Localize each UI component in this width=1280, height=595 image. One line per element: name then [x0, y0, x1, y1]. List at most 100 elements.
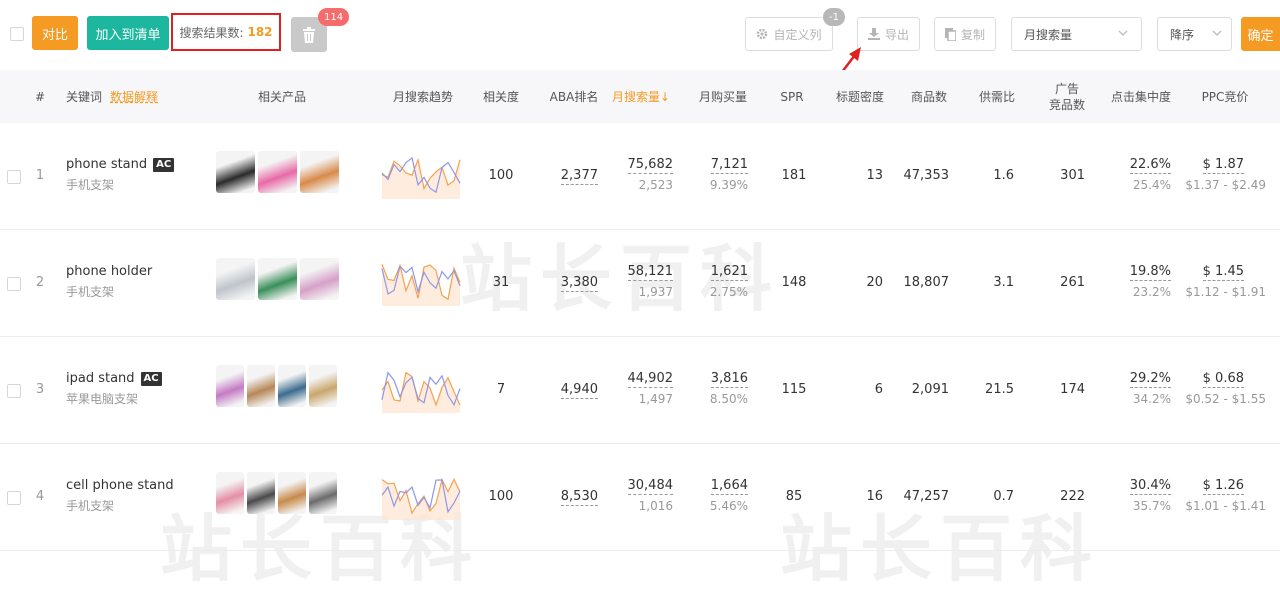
table-row[interactable]: 4 cell phone stand 手机支架 100 8,530 30,484…: [0, 444, 1280, 551]
daily-search-value: 1,937: [638, 285, 673, 299]
col-products: 相关产品: [257, 89, 306, 104]
ppc-bid-cell: $ 1.87 $1.37 - $2.49: [1178, 157, 1266, 192]
click-concentration-sub: 23.2%: [1132, 285, 1171, 299]
col-relevance[interactable]: 相关度: [476, 70, 526, 123]
product-thumbnail[interactable]: [300, 258, 339, 300]
supply-demand-value: 21.5: [985, 382, 1014, 397]
ppc-bid-range: $0.52 - $1.55: [1185, 392, 1266, 406]
search-trend-sparkline[interactable]: [380, 149, 462, 201]
row-checkbox[interactable]: [7, 277, 21, 291]
table-header: # 关键词 数据解释 相关产品 月搜索趋势 相关度 ABA排名 月搜索量↓ 月购…: [0, 70, 1280, 123]
confirm-button[interactable]: 确定: [1241, 17, 1280, 51]
product-thumbnail[interactable]: [216, 151, 255, 193]
select-all-checkbox[interactable]: [10, 27, 24, 41]
keyword-text[interactable]: cell phone stand: [66, 478, 174, 493]
table-row[interactable]: 2 phone holder 手机支架 31 3,380 58,121 1,93…: [0, 230, 1280, 337]
product-thumbnail[interactable]: [278, 472, 306, 514]
sort-order-select[interactable]: 降序: [1157, 17, 1232, 51]
purchase-rate-value: 2.75%: [709, 285, 748, 299]
product-thumbnail[interactable]: [247, 365, 275, 407]
col-ppc-bid[interactable]: PPC竞价: [1190, 70, 1260, 123]
product-thumbnail[interactable]: [309, 365, 337, 407]
related-products: [216, 365, 346, 411]
ppc-bid-cell: $ 1.26 $1.01 - $1.41: [1178, 478, 1266, 513]
sort-order-value: 降序: [1170, 27, 1195, 42]
col-monthly-purchase[interactable]: 月购买量: [692, 70, 754, 123]
ad-products-value: 261: [1060, 275, 1085, 290]
col-product-count[interactable]: 商品数: [903, 70, 955, 123]
col-spr[interactable]: SPR: [772, 70, 812, 123]
toolbar: 对比 加入到清单 搜索结果数: 182 114 自定义列 -1 导出 复制 月搜…: [0, 0, 1280, 115]
monthly-search-value: 75,682: [627, 157, 673, 174]
ac-badge: AC: [140, 371, 162, 386]
product-thumbnail[interactable]: [216, 258, 255, 300]
daily-search-value: 2,523: [638, 178, 673, 192]
click-concentration-value: 29.2%: [1129, 371, 1171, 388]
col-aba-rank[interactable]: ABA排名: [544, 70, 604, 123]
aba-rank-value: 2,377: [560, 168, 598, 185]
row-checkbox[interactable]: [7, 384, 21, 398]
row-checkbox[interactable]: [7, 170, 21, 184]
col-ad-products[interactable]: 广告 竞品数: [1042, 70, 1092, 123]
spr-value: 181: [781, 168, 807, 183]
monthly-purchase-cell: 1,621 2.75%: [690, 264, 748, 299]
keyword-text[interactable]: phone stand: [66, 157, 147, 172]
product-thumbnail[interactable]: [258, 258, 297, 300]
ppc-bid-cell: $ 1.45 $1.12 - $1.91: [1178, 264, 1266, 299]
col-title-density[interactable]: 标题密度: [830, 70, 890, 123]
click-concentration-sub: 35.7%: [1132, 499, 1171, 513]
search-trend-sparkline[interactable]: [380, 470, 462, 522]
trash-count-badge: 114: [318, 8, 350, 26]
purchase-rate-value: 5.46%: [709, 499, 748, 513]
aba-rank-value: 3,380: [560, 275, 598, 292]
ppc-bid-value: $ 1.87: [1202, 157, 1244, 174]
table-row[interactable]: 3 ipad stand AC 苹果电脑支架 7 4,940 44,902 1,4…: [0, 337, 1280, 444]
click-concentration-cell: 22.6% 25.4%: [1110, 157, 1171, 192]
monthly-purchase-value: 1,664: [710, 478, 748, 495]
col-click-concentration[interactable]: 点击集中度: [1105, 70, 1177, 123]
compare-button[interactable]: 对比: [32, 16, 78, 50]
ppc-bid-range: $1.01 - $1.41: [1185, 499, 1266, 513]
col-keyword: 关键词 数据解释: [66, 70, 158, 123]
sort-field-select[interactable]: 月搜索量: [1011, 17, 1142, 51]
search-trend-sparkline[interactable]: [380, 363, 462, 415]
keyword-text[interactable]: ipad stand: [66, 371, 135, 386]
monthly-purchase-value: 7,121: [710, 157, 748, 174]
product-thumbnail[interactable]: [216, 365, 244, 407]
row-index: 4: [35, 489, 45, 504]
monthly-purchase-value: 3,816: [710, 371, 748, 388]
supply-demand-value: 1.6: [993, 168, 1014, 183]
product-thumbnail[interactable]: [300, 151, 339, 193]
related-products: [216, 151, 346, 197]
relevance-value: 100: [488, 489, 514, 504]
aba-rank-value: 8,530: [560, 489, 598, 506]
trash-icon: [303, 26, 315, 43]
product-thumbnail[interactable]: [309, 472, 337, 514]
ppc-bid-cell: $ 0.68 $0.52 - $1.55: [1178, 371, 1266, 406]
data-explain-link[interactable]: 数据解释: [110, 89, 158, 105]
keyword-cell: cell phone stand 手机支架: [66, 478, 174, 514]
monthly-search-value: 58,121: [627, 264, 673, 281]
click-concentration-cell: 30.4% 35.7%: [1110, 478, 1171, 513]
product-thumbnail[interactable]: [247, 472, 275, 514]
col-monthly-search[interactable]: 月搜索量↓: [608, 70, 674, 123]
spr-value: 148: [781, 275, 807, 290]
row-checkbox[interactable]: [7, 491, 21, 505]
export-button[interactable]: 导出: [857, 17, 920, 51]
add-to-list-button[interactable]: 加入到清单: [87, 16, 169, 50]
product-count-value: 47,257: [903, 489, 950, 504]
title-density-value: 20: [866, 275, 883, 290]
product-thumbnail[interactable]: [258, 151, 297, 193]
search-trend-sparkline[interactable]: [380, 256, 462, 308]
product-thumbnail[interactable]: [216, 472, 244, 514]
table-row[interactable]: 1 phone stand AC 手机支架 100 2,377 75,682 2,…: [0, 123, 1280, 230]
keyword-translation: 手机支架: [66, 285, 115, 299]
keyword-translation: 手机支架: [66, 499, 115, 513]
keyword-text[interactable]: phone holder: [66, 264, 152, 279]
copy-button[interactable]: 复制: [934, 17, 996, 51]
relevance-value: 7: [496, 382, 506, 397]
product-thumbnail[interactable]: [278, 365, 306, 407]
col-trend[interactable]: 月搜索趋势: [382, 70, 464, 123]
col-supply-demand[interactable]: 供需比: [972, 70, 1022, 123]
ppc-bid-value: $ 1.45: [1202, 264, 1244, 281]
